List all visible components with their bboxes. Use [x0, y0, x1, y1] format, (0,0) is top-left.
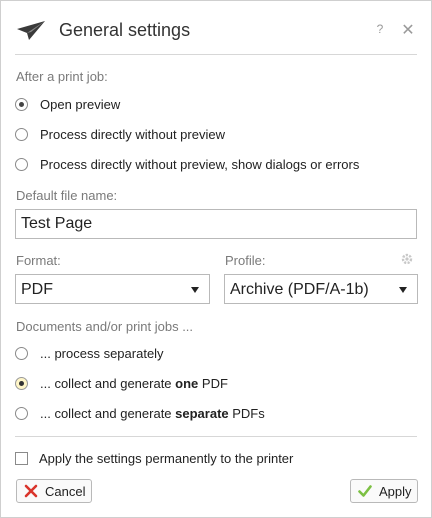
cancel-button[interactable]: Cancel: [16, 479, 92, 503]
x-mark-icon: [24, 484, 38, 498]
profile-label: Profile:: [225, 253, 266, 268]
radio-process-directly[interactable]: Process directly without preview: [15, 124, 225, 144]
checkmark-icon: [358, 485, 372, 497]
radio-button[interactable]: [15, 346, 28, 360]
profile-select[interactable]: Archive (PDF/A-1b): [224, 274, 418, 304]
radio-label: Open preview: [40, 96, 121, 112]
format-select-value: PDF: [21, 281, 53, 298]
apply-permanently-checkbox[interactable]: [15, 451, 28, 465]
apply-permanently-label: Apply the settings permanently to the pr…: [39, 450, 294, 466]
radio-process-separately[interactable]: ... process separately: [15, 343, 164, 363]
radio-button[interactable]: [15, 406, 28, 420]
title-bar: General settings ? ✕: [1, 1, 431, 57]
cancel-button-label: Cancel: [45, 483, 86, 499]
file-name-label: Default file name:: [16, 188, 118, 203]
profile-select-value: Archive (PDF/A-1b): [230, 281, 369, 298]
radio-open-preview[interactable]: Open preview: [15, 94, 120, 114]
radio-label: ... collect and generate one PDF: [40, 375, 228, 391]
apply-permanently-checkbox-row[interactable]: Apply the settings permanently to the pr…: [15, 449, 293, 467]
close-icon[interactable]: ✕: [401, 20, 415, 40]
radio-button[interactable]: [15, 157, 28, 171]
radio-process-directly-show-dialogs[interactable]: Process directly without preview, show d…: [15, 154, 359, 174]
radio-button[interactable]: [15, 376, 28, 390]
dropdown-arrow-icon: [399, 287, 407, 293]
radio-collect-separate-pdfs[interactable]: ... collect and generate separate PDFs: [15, 403, 265, 423]
after-print-label: After a print job:: [16, 69, 108, 84]
apply-button[interactable]: Apply: [350, 479, 418, 503]
title-divider: [15, 54, 417, 55]
radio-button[interactable]: [15, 127, 28, 141]
radio-collect-one-pdf[interactable]: ... collect and generate one PDF: [15, 373, 228, 393]
dialog-title: General settings: [59, 20, 191, 40]
format-select[interactable]: PDF: [15, 274, 210, 304]
radio-label: Process directly without preview: [40, 126, 225, 142]
dropdown-arrow-icon: [191, 287, 199, 293]
help-icon[interactable]: ?: [374, 22, 386, 36]
apply-button-label: Apply: [379, 483, 412, 499]
radio-label: ... collect and generate separate PDFs: [40, 405, 265, 421]
paper-plane-icon: [17, 21, 45, 40]
footer-divider: [15, 436, 417, 437]
radio-label: ... process separately: [40, 345, 164, 361]
radio-button[interactable]: [15, 97, 28, 111]
general-settings-dialog: General settings ? ✕ After a print job: …: [0, 0, 432, 518]
documents-label: Documents and/or print jobs ...: [16, 319, 194, 334]
gear-icon[interactable]: [401, 253, 413, 265]
file-name-input[interactable]: [15, 209, 417, 239]
format-label: Format:: [16, 253, 61, 268]
radio-label: Process directly without preview, show d…: [40, 156, 360, 172]
